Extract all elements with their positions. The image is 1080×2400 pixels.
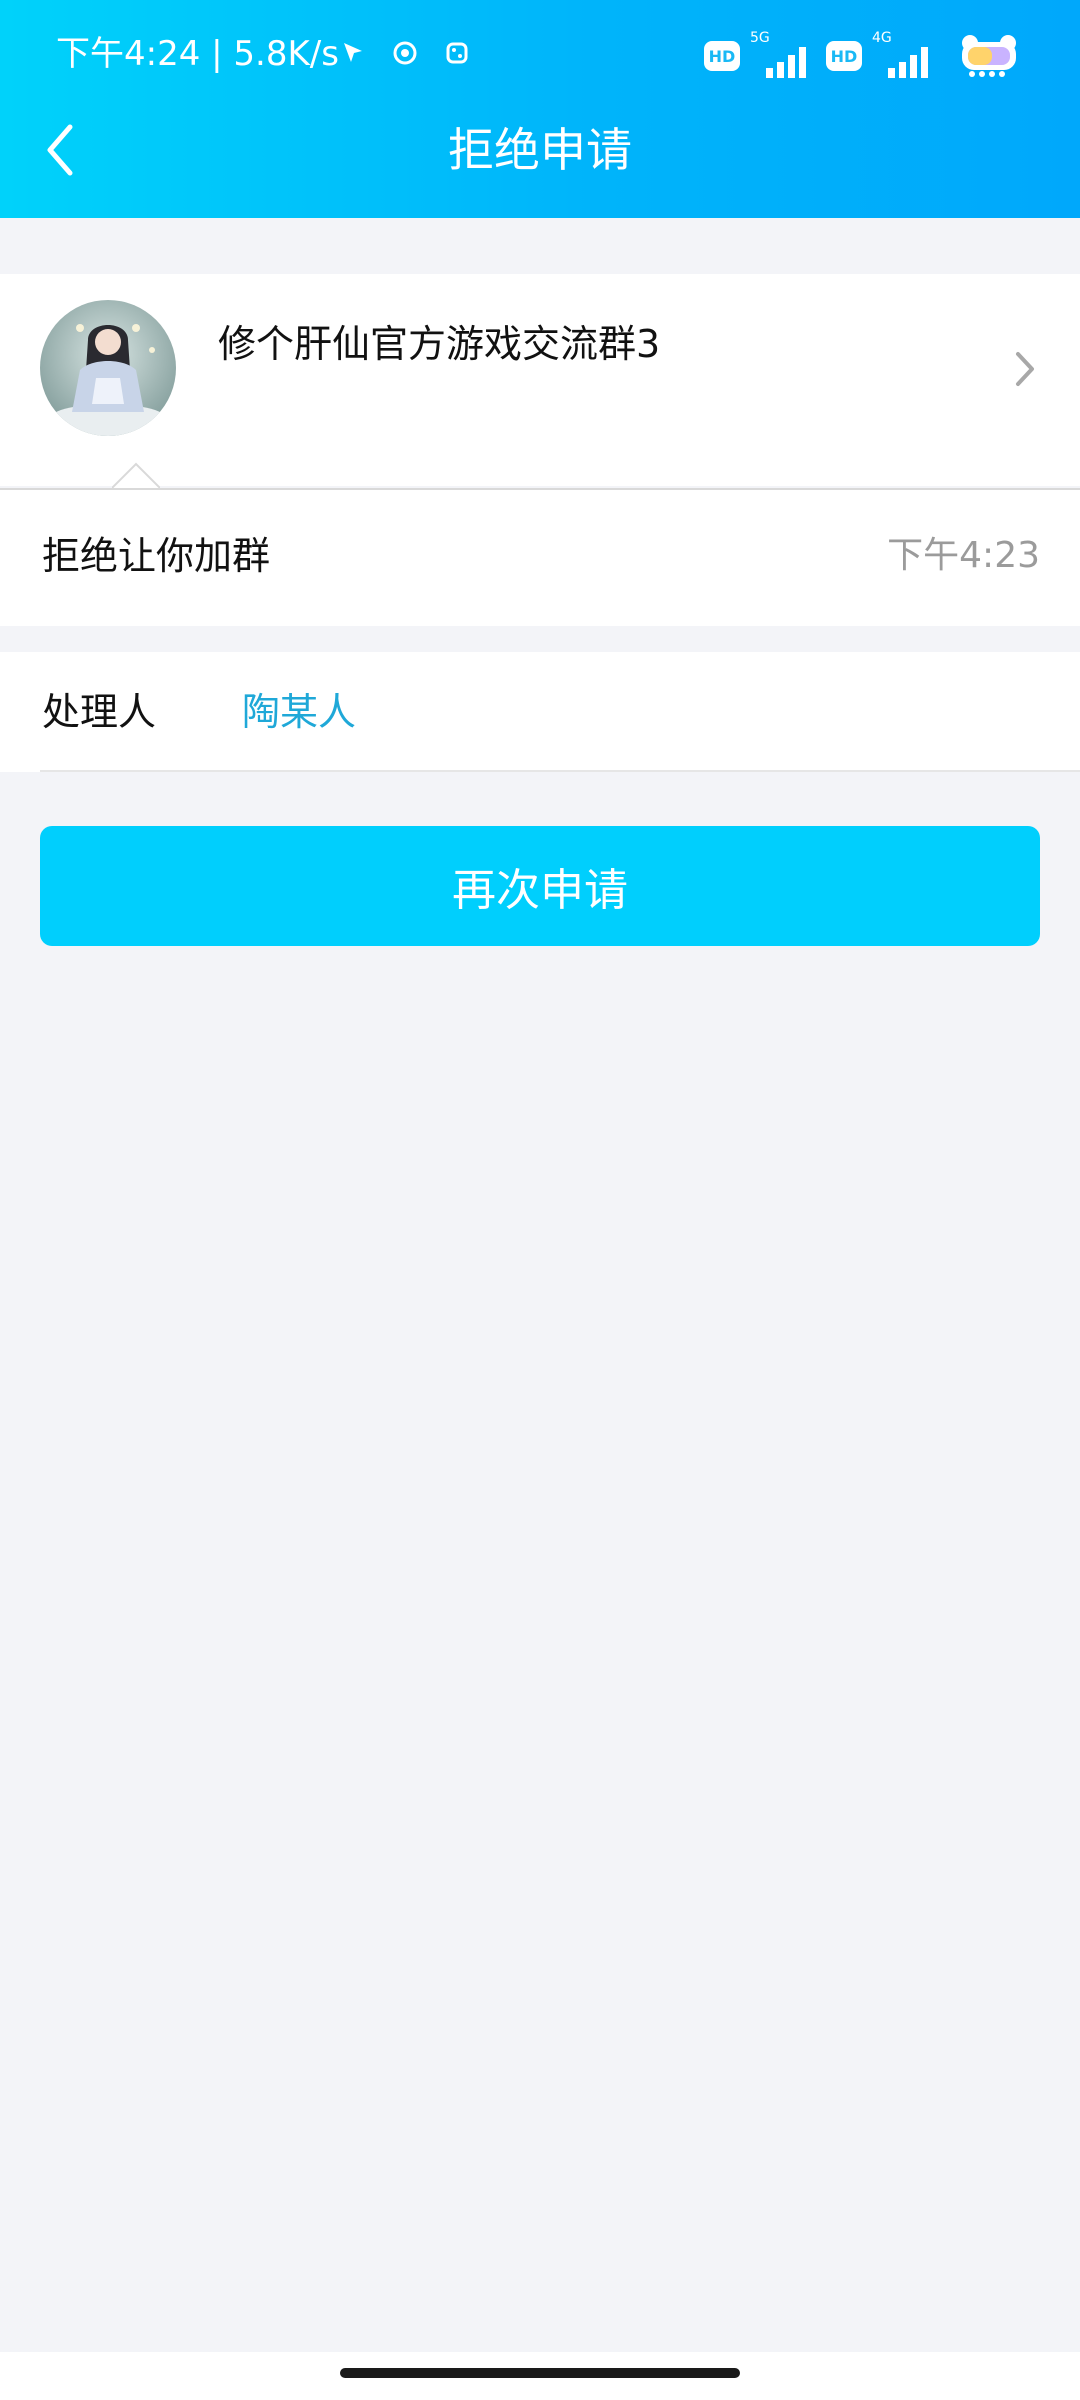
header-bar: 下午4:24 | 5.8K/s HD 5G HD 4G 拒绝申请	[0, 0, 1080, 218]
handler-row: 处理人 陶某人	[0, 652, 1080, 772]
signal-5g: 5G	[750, 30, 816, 78]
page-title: 拒绝申请	[448, 123, 632, 177]
battery-icon	[962, 35, 1016, 77]
home-indicator[interactable]	[340, 2368, 740, 2378]
reject-message: 拒绝让你加群	[42, 534, 271, 578]
reapply-button[interactable]: 再次申请	[40, 826, 1040, 946]
divider	[40, 770, 1080, 772]
signal-4g: 4G	[872, 30, 938, 78]
group-name: 修个肝仙官方游戏交流群3	[218, 322, 661, 366]
dice-app-icon	[446, 42, 468, 64]
signal-icon	[888, 47, 928, 78]
group-card[interactable]: 修个肝仙官方游戏交流群3	[0, 274, 1080, 486]
handler-name-link[interactable]: 陶某人	[242, 684, 356, 740]
status-time-speed: 下午4:24 | 5.8K/s	[56, 34, 339, 74]
avatar-image	[40, 300, 176, 436]
handler-label: 处理人	[42, 690, 157, 734]
status-app-icons	[340, 40, 470, 66]
reject-message-row: 拒绝让你加群 下午4:23	[0, 488, 1080, 626]
circle-app-icon	[393, 41, 417, 65]
hd-badge: HD	[826, 41, 862, 71]
status-right-icons: HD 5G HD 4G	[704, 30, 1020, 78]
chevron-right-icon	[1016, 352, 1034, 386]
reject-timestamp: 下午4:23	[887, 535, 1040, 576]
cursor-arrow-icon	[344, 43, 362, 62]
hd-badge: HD	[704, 41, 740, 71]
signal-icon	[766, 47, 806, 78]
callout-pointer	[112, 462, 160, 488]
group-avatar[interactable]	[40, 300, 176, 436]
